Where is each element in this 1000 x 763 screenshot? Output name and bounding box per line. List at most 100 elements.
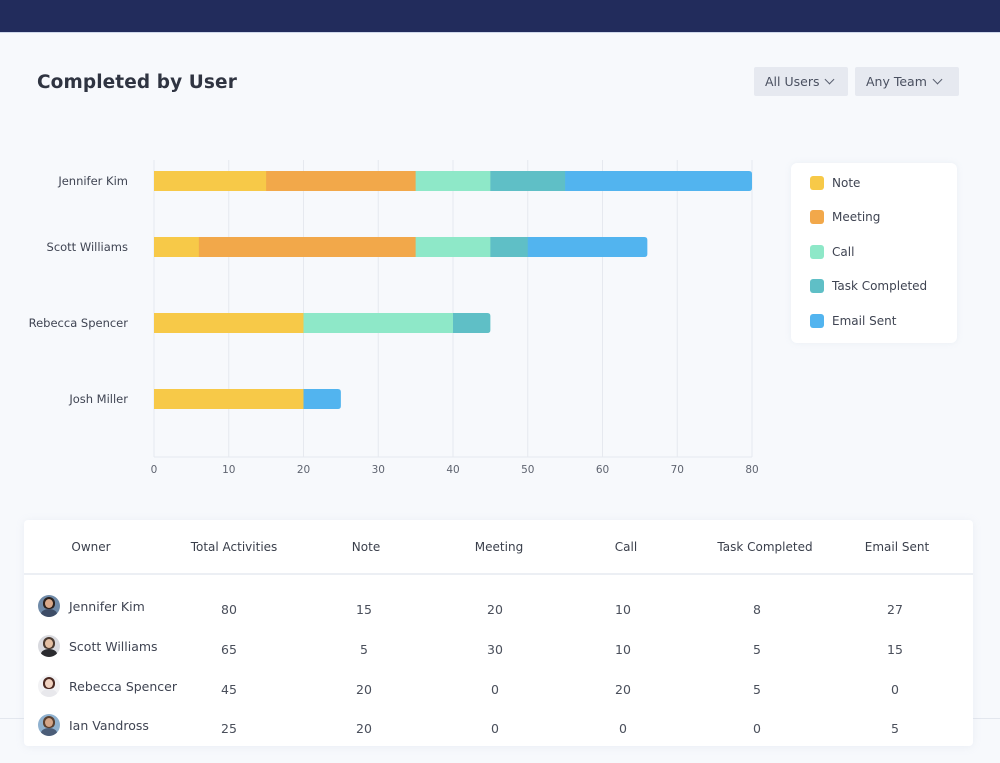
legend-swatch-note xyxy=(810,176,824,190)
bar-segment-meeting xyxy=(198,237,417,257)
total-activities-cell: 45 xyxy=(221,682,237,697)
legend-label: Email Sent xyxy=(832,314,897,328)
y-category-label: Josh Miller xyxy=(68,392,128,406)
avatar xyxy=(38,635,60,657)
note-cell: 20 xyxy=(356,721,372,736)
legend-swatch-email-sent xyxy=(810,314,824,328)
any-team-dropdown-label: Any Team xyxy=(866,74,927,89)
owner-cell: Rebecca Spencer xyxy=(38,675,177,697)
bar-segment-note xyxy=(154,171,267,191)
x-tick-label: 80 xyxy=(745,464,758,476)
owner-name: Jennifer Kim xyxy=(69,598,145,614)
all-users-dropdown[interactable]: All Users xyxy=(754,67,848,96)
legend-label: Task Completed xyxy=(832,279,928,293)
divider xyxy=(973,718,1000,719)
bar-segment-task-completed xyxy=(490,171,566,191)
legend-label: Call xyxy=(832,245,855,259)
email-sent-cell: 15 xyxy=(887,642,903,657)
table-row[interactable]: Ian Vandross 25 20 0 0 0 5 xyxy=(24,709,973,749)
note-cell: 5 xyxy=(360,642,368,657)
y-category-label: Scott Williams xyxy=(47,240,128,254)
table-row[interactable]: Jennifer Kim 80 15 20 10 8 27 xyxy=(24,590,973,630)
x-tick-label: 50 xyxy=(521,464,534,476)
x-tick-label: 20 xyxy=(297,464,310,476)
legend-item-call[interactable]: Call xyxy=(810,244,854,260)
divider xyxy=(0,718,24,719)
call-cell: 0 xyxy=(619,721,627,736)
owner-cell: Scott Williams xyxy=(38,635,158,657)
table-row[interactable]: Rebecca Spencer 45 20 0 20 5 0 xyxy=(24,670,973,710)
chart-legend: Note Meeting Call Task Completed Email S… xyxy=(791,163,957,343)
owner-name: Rebecca Spencer xyxy=(69,678,178,694)
meeting-cell: 0 xyxy=(491,682,499,697)
owner-cell: Ian Vandross xyxy=(38,714,149,736)
email-sent-cell: 5 xyxy=(891,721,899,736)
column-header-meeting[interactable]: Meeting xyxy=(475,540,523,554)
owner-name: Ian Vandross xyxy=(69,717,149,733)
task-completed-cell: 5 xyxy=(753,682,761,697)
avatar xyxy=(38,675,60,697)
all-users-dropdown-label: All Users xyxy=(765,74,820,89)
x-tick-label: 40 xyxy=(446,464,459,476)
x-tick-label: 0 xyxy=(151,464,158,476)
legend-item-meeting[interactable]: Meeting xyxy=(810,209,880,225)
y-category-label: Rebecca Spencer xyxy=(29,316,129,330)
chart-canvas: 0 10 20 30 40 50 60 70 80 Jennifer Kim Scott Willi… xyxy=(29,160,759,476)
legend-swatch-task-completed xyxy=(810,279,824,293)
owner-name: Scott Williams xyxy=(69,638,158,654)
column-header-total-activities[interactable]: Total Activities xyxy=(191,540,278,554)
avatar xyxy=(38,714,60,736)
chevron-down-icon xyxy=(824,74,835,85)
column-header-call[interactable]: Call xyxy=(615,540,637,554)
email-sent-cell: 27 xyxy=(887,602,903,617)
total-activities-cell: 80 xyxy=(221,602,237,617)
bar-segment-note xyxy=(154,313,304,333)
column-header-note[interactable]: Note xyxy=(352,540,380,554)
legend-item-note[interactable]: Note xyxy=(810,175,860,191)
chevron-down-icon xyxy=(932,74,943,85)
task-completed-cell: 8 xyxy=(753,602,761,617)
table-header: Owner Total Activities Note Meeting Call… xyxy=(24,520,973,575)
stacked-bar-chart: 0 10 20 30 40 50 60 70 80 Jennifer Kim Scott Willi… xyxy=(0,140,780,490)
bar-segment-note xyxy=(154,237,200,257)
column-header-owner[interactable]: Owner xyxy=(71,540,110,554)
any-team-dropdown[interactable]: Any Team xyxy=(855,67,959,96)
call-cell: 20 xyxy=(615,682,631,697)
call-cell: 10 xyxy=(615,602,631,617)
task-completed-cell: 5 xyxy=(753,642,761,657)
legend-label: Meeting xyxy=(832,210,881,224)
page-title: Completed by User xyxy=(37,72,237,93)
meeting-cell: 20 xyxy=(487,602,503,617)
legend-swatch-call xyxy=(810,245,824,259)
bar-segment-task-completed xyxy=(490,237,529,257)
task-completed-cell: 0 xyxy=(753,721,761,736)
bar-segment-email-sent xyxy=(303,389,341,409)
activities-table: Owner Total Activities Note Meeting Call… xyxy=(24,520,973,746)
note-cell: 15 xyxy=(356,602,372,617)
y-category-label: Jennifer Kim xyxy=(57,174,128,188)
bar-segment-note xyxy=(154,389,304,409)
x-tick-label: 30 xyxy=(372,464,385,476)
x-tick-label: 70 xyxy=(671,464,684,476)
bar-segment-email-sent xyxy=(565,171,752,191)
meeting-cell: 0 xyxy=(491,721,499,736)
email-sent-cell: 0 xyxy=(891,682,899,697)
bar-segment-email-sent xyxy=(527,237,648,257)
meeting-cell: 30 xyxy=(487,642,503,657)
bar-segment-call xyxy=(415,237,491,257)
bar-segment-task-completed xyxy=(453,313,491,333)
legend-label: Note xyxy=(832,176,861,190)
x-tick-label: 60 xyxy=(596,464,609,476)
x-tick-label: 10 xyxy=(222,464,235,476)
bar-segment-call xyxy=(415,171,491,191)
bar-segment-call xyxy=(303,313,454,333)
legend-item-email-sent[interactable]: Email Sent xyxy=(810,313,896,329)
column-header-task-completed[interactable]: Task Completed xyxy=(717,540,812,554)
bar-segment-meeting xyxy=(266,171,417,191)
legend-item-task-completed[interactable]: Task Completed xyxy=(810,278,927,294)
table-row[interactable]: Scott Williams 65 5 30 10 5 15 xyxy=(24,630,973,670)
avatar xyxy=(38,595,60,617)
column-header-email-sent[interactable]: Email Sent xyxy=(865,540,929,554)
total-activities-cell: 65 xyxy=(221,642,237,657)
top-navigation-bar xyxy=(0,0,1000,33)
